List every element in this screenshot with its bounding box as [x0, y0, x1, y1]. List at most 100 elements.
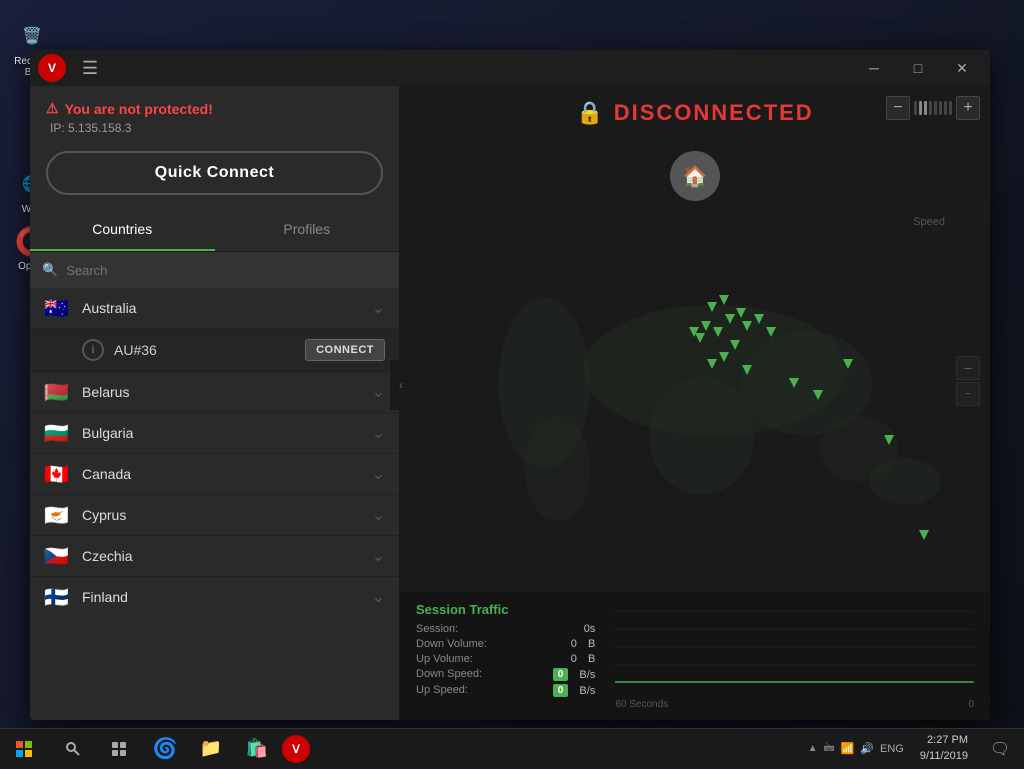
zoom-out-button[interactable]: −: [886, 96, 910, 120]
warning-icon: ⚠: [46, 100, 59, 117]
country-name-australia: Australia: [82, 300, 372, 316]
country-item-bulgaria[interactable]: 🇧🇬 Bulgaria ⌄: [30, 413, 399, 454]
flag-cyprus: 🇨🇾: [44, 505, 72, 525]
main-content: ⚠ You are not protected! IP: 5.135.158.3…: [30, 86, 990, 720]
up-speed-row: Up Speed: 0 B/s: [416, 684, 595, 697]
close-button[interactable]: ✕: [942, 53, 982, 83]
maximize-button[interactable]: □: [898, 53, 938, 83]
menu-button[interactable]: ☰: [74, 58, 106, 79]
warning-banner: ⚠ You are not protected! IP: 5.135.158.3: [30, 86, 399, 141]
app-logo: V: [38, 54, 66, 82]
taskbar: 🌀 📁 🛍️ V ▲ 🖮 📶 🔊 ENG 2:27 PM 9/11/2019 🗨: [0, 728, 1024, 768]
server-item-au36[interactable]: i AU#36 CONNECT: [30, 329, 399, 372]
chevron-canada: ⌄: [372, 464, 385, 484]
country-name-canada: Canada: [82, 466, 372, 482]
country-item-finland[interactable]: 🇫🇮 Finland ⌄: [30, 577, 399, 617]
taskbar-clock[interactable]: 2:27 PM 9/11/2019: [912, 733, 976, 764]
down-volume-row: Down Volume: 0 B: [416, 638, 595, 650]
system-tray: ▲ 🖮 📶 🔊 ENG: [808, 739, 904, 758]
tray-volume: 🔊: [860, 742, 874, 755]
up-volume-val: 0 B: [571, 653, 596, 665]
chevron-finland: ⌄: [372, 587, 385, 607]
country-item-canada[interactable]: 🇨🇦 Canada ⌄: [30, 454, 399, 495]
chart-svg: [615, 602, 974, 692]
country-item-cyprus[interactable]: 🇨🇾 Cyprus ⌄: [30, 495, 399, 536]
vpn-window: V ☰ ─ □ ✕ ⚠ You are not protected!: [30, 50, 990, 720]
speed-label-top: Speed: [913, 216, 945, 228]
country-name-bulgaria: Bulgaria: [82, 425, 372, 441]
zoom-bar: [914, 101, 952, 115]
flag-bulgaria: 🇧🇬: [44, 423, 72, 443]
taskbar-right: ▲ 🖮 📶 🔊 ENG 2:27 PM 9/11/2019 🗨: [808, 729, 1024, 769]
up-speed-label: Up Speed:: [416, 684, 468, 697]
taskbar-edge[interactable]: 🌀: [144, 729, 186, 769]
tab-countries[interactable]: Countries: [30, 209, 215, 251]
country-item-australia[interactable]: 🇦🇺 Australia ⌄: [30, 288, 399, 329]
country-name-cyprus: Cyprus: [82, 507, 372, 523]
country-item-belarus[interactable]: 🇧🇾 Belarus ⌄: [30, 372, 399, 413]
home-button[interactable]: 🏠: [670, 151, 720, 201]
start-button[interactable]: [0, 729, 48, 769]
country-name-belarus: Belarus: [82, 384, 372, 400]
status-text: DISCONNECTED: [614, 100, 814, 126]
chart-time-label: 60 Seconds: [615, 699, 668, 710]
country-name-czechia: Czechia: [82, 548, 372, 564]
session-label: Session:: [416, 623, 458, 635]
warning-title: ⚠ You are not protected!: [46, 100, 383, 117]
flag-canada: 🇨🇦: [44, 464, 72, 484]
tab-profiles[interactable]: Profiles: [215, 209, 400, 251]
minimize-button[interactable]: ─: [854, 53, 894, 83]
zoom-controls: − +: [886, 96, 980, 120]
sidebar-toggle[interactable]: ‹: [390, 360, 412, 410]
taskbar-nordvpn[interactable]: V: [282, 735, 310, 763]
tray-lang: ENG: [880, 743, 904, 755]
search-bar: 🔍: [30, 252, 399, 288]
flag-czechia: 🇨🇿: [44, 546, 72, 566]
taskbar-explorer[interactable]: 📁: [190, 729, 232, 769]
traffic-info: Session Traffic Session: 0s Down Volume:…: [416, 602, 595, 710]
flag-australia: 🇦🇺: [44, 298, 72, 318]
quick-connect-area: Quick Connect: [30, 141, 399, 209]
speed-chart: 60 Seconds 0: [615, 602, 974, 710]
country-item-czechia[interactable]: 🇨🇿 Czechia ⌄: [30, 536, 399, 577]
down-volume-label: Down Volume:: [416, 638, 487, 650]
down-speed-row: Down Speed: 0 B/s: [416, 668, 595, 681]
notification-center[interactable]: 🗨: [984, 729, 1016, 769]
connect-button[interactable]: CONNECT: [305, 339, 385, 361]
chart-labels: 60 Seconds 0: [615, 699, 974, 710]
tray-keyboard: 🖮: [824, 739, 835, 758]
quick-connect-button[interactable]: Quick Connect: [46, 151, 383, 195]
taskbar-search[interactable]: [52, 729, 94, 769]
tray-arrow[interactable]: ▲: [808, 743, 818, 754]
map-panel: 🔒 DISCONNECTED 🏠 −: [400, 86, 990, 720]
ip-info: IP: 5.135.158.3: [50, 121, 383, 135]
chevron-czechia: ⌄: [372, 546, 385, 566]
down-speed-val: 0 B/s: [553, 668, 596, 681]
chevron-australia: ⌄: [372, 298, 385, 318]
flag-belarus: 🇧🇾: [44, 382, 72, 402]
taskbar-task-view[interactable]: [98, 729, 140, 769]
session-traffic-panel: Session Traffic Session: 0s Down Volume:…: [400, 592, 990, 720]
down-speed-label: Down Speed:: [416, 668, 482, 681]
traffic-title: Session Traffic: [416, 602, 595, 617]
country-name-finland: Finland: [82, 589, 372, 605]
session-row: Session: 0s: [416, 623, 595, 635]
sidebar: ⚠ You are not protected! IP: 5.135.158.3…: [30, 86, 400, 720]
zoom-in-button[interactable]: +: [956, 96, 980, 120]
chart-right-val: 0: [968, 699, 974, 710]
search-input[interactable]: [66, 263, 387, 278]
tray-network: 📶: [841, 742, 855, 755]
zoom-bar-row: − +: [886, 96, 980, 120]
lock-icon: 🔒: [576, 100, 603, 126]
title-bar: V ☰ ─ □ ✕: [30, 50, 990, 86]
up-volume-label: Up Volume:: [416, 653, 473, 665]
taskbar-store[interactable]: 🛍️: [236, 729, 278, 769]
window-controls: ─ □ ✕: [854, 53, 982, 83]
taskbar-icons: 🌀 📁 🛍️ V: [48, 729, 314, 769]
session-val: 0s: [584, 623, 596, 635]
server-name: AU#36: [114, 342, 305, 358]
up-volume-row: Up Volume: 0 B: [416, 653, 595, 665]
chevron-bulgaria: ⌄: [372, 423, 385, 443]
chevron-cyprus: ⌄: [372, 505, 385, 525]
country-list: 🇦🇺 Australia ⌄ i AU#36 CONNECT 🇧🇾 Belaru…: [30, 288, 399, 720]
